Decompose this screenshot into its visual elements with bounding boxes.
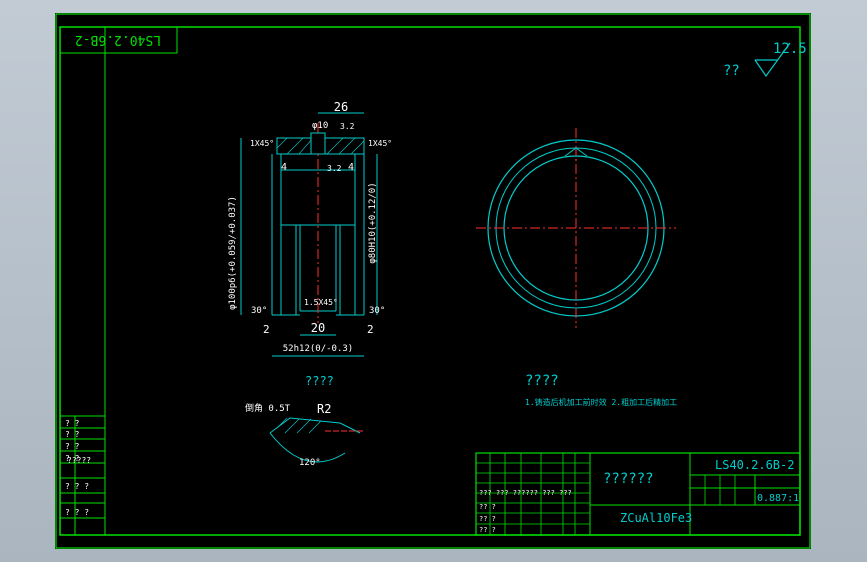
dim-rough-mid: 3.2 (327, 164, 342, 173)
drawing-number: LS40.2.6B-2 (715, 458, 794, 472)
sidebar-row-6: ? ? ? (65, 482, 89, 491)
detail-title: ???? (305, 374, 334, 388)
roughness-prefix: ?? (723, 63, 740, 79)
dim-bottom-chamfer: 1.5X45° (304, 298, 338, 307)
sidebar-row-1: ? ? (65, 419, 80, 428)
outer-frame (55, 13, 811, 549)
material: ZCuAl10Fe3 (620, 511, 692, 525)
detail-view: ???? 倒角 0.5T R2 120° (245, 374, 365, 468)
dim-chamfer-left: 1X45° (250, 139, 274, 148)
grid-label-2: ?? ? (479, 503, 496, 511)
dim-bot-left: 2 (263, 323, 270, 336)
sidebar-row-7: ? ? ? (65, 508, 89, 517)
dim-hole: φ10 (312, 121, 328, 131)
end-view (476, 128, 676, 328)
mirrored-drawing-number: LS40.2.6B-2 (75, 32, 161, 47)
tech-req-line: 1.铸造后机加工前时效 2.粗加工后精加工 (525, 397, 677, 407)
dim-outer-dia: φ100p6(+0.059/+0.037) (228, 196, 238, 310)
sidebar-row-2: ? ? (65, 430, 80, 439)
dim-inner-dia: φ80H10(+0.12/0) (368, 182, 378, 263)
detail-note: 倒角 0.5T (245, 402, 291, 414)
dim-chamfer-right: 1X45° (368, 139, 392, 148)
drawing-sheet: LS40.2.6B-2 ? ? ? ? ? ? ? ? ????? ? ? ??… (55, 13, 811, 549)
drawing-canvas: LS40.2.6B-2 ? ? ? ? ? ? ? ? ????? ? ? ??… (55, 13, 811, 549)
left-sidebar-table: ? ? ? ? ? ? ? ? ????? ? ? ? ? ? ? (60, 415, 105, 535)
tech-req-title: ???? (525, 373, 559, 389)
dim-slot-width: 20 (311, 321, 325, 335)
grid-label-3: ?? ? (479, 515, 496, 523)
dim-bot-right: 2 (367, 323, 374, 336)
dim-step-left: 4 (281, 162, 287, 173)
dim-angle-left: 30° (251, 306, 267, 316)
detail-angle: 120° (299, 458, 321, 468)
roughness-symbol: 12.5 ?? (723, 41, 807, 79)
cad-window-background: LS40.2.6B-2 ? ? ? ? ? ? ? ? ????? ? ? ??… (0, 0, 867, 562)
grid-label-4: ?? ? (479, 526, 496, 534)
grid-label-1: ??? ??? ?????? ??? ??? (479, 489, 572, 497)
inner-frame (59, 26, 801, 536)
section-view: 26 φ10 3.2 1X45° 1X45° 4 4 3.2 φ100p6(+0… (228, 100, 392, 357)
dim-angle-right: 30° (369, 306, 385, 316)
sidebar-five-q: ????? (67, 456, 91, 465)
dim-width-top: 26 (334, 100, 348, 114)
dim-rough-top: 3.2 (340, 122, 355, 131)
part-name: ?????? (603, 471, 654, 487)
sidebar-row-3: ? ? (65, 442, 80, 451)
scale: 0.887:1 (757, 493, 799, 504)
dim-total-width: 52h12(0/-0.3) (283, 344, 353, 354)
title-block: ?????? LS40.2.6B-2 ZCuAl10Fe3 0.887:1 ??… (475, 452, 801, 536)
detail-radius: R2 (317, 402, 331, 416)
dim-step-right: 4 (348, 162, 354, 173)
